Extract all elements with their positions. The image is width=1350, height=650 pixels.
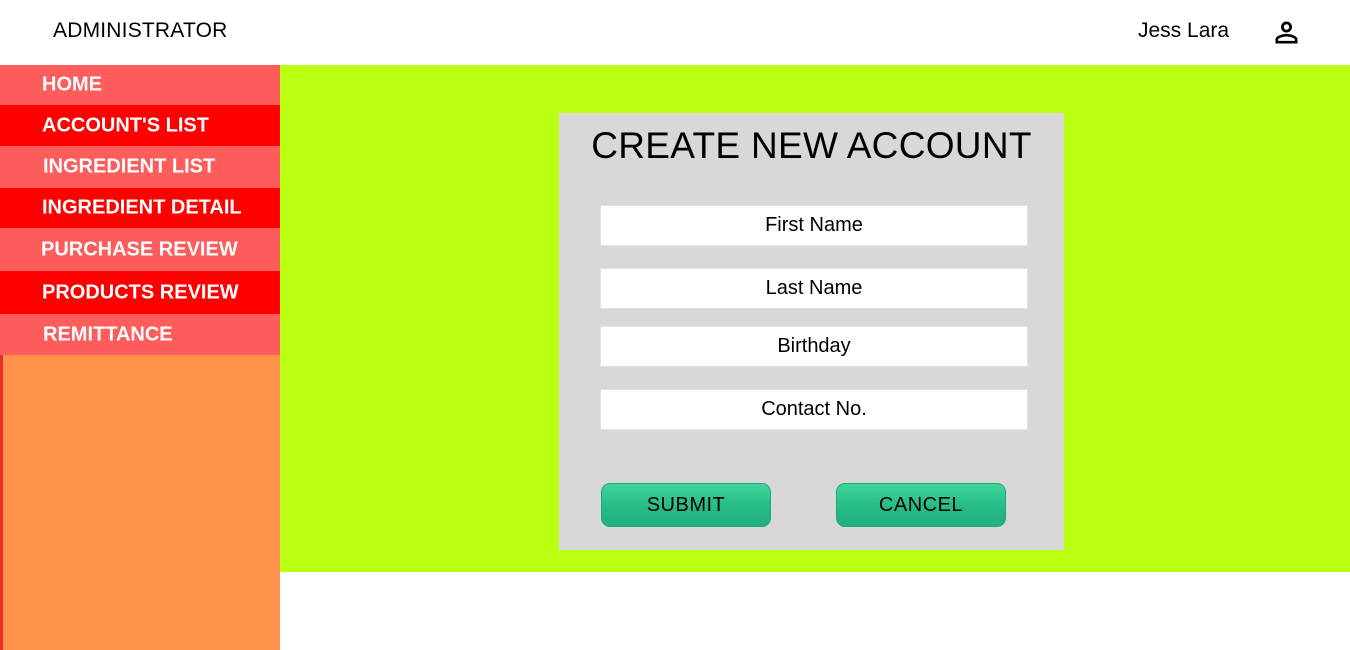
- sidebar-item-home[interactable]: HOME: [0, 65, 280, 105]
- sidebar-item-products-review[interactable]: PRODUCTS REVIEW: [0, 271, 280, 314]
- user-icon[interactable]: [1270, 16, 1303, 49]
- sidebar-item-remittance[interactable]: REMITTANCE: [0, 314, 280, 355]
- first-name-field[interactable]: [600, 205, 1028, 246]
- form-title: CREATE NEW ACCOUNT: [591, 125, 1032, 166]
- last-name-field[interactable]: [600, 268, 1028, 309]
- sidebar-item-label: PRODUCTS REVIEW: [42, 281, 239, 303]
- sidebar-item-accounts-list[interactable]: ACCOUNT'S LIST: [0, 105, 280, 146]
- sidebar-item-purchase-review[interactable]: PURCHASE REVIEW: [0, 228, 280, 271]
- cancel-button[interactable]: CANCEL: [836, 483, 1006, 527]
- sidebar-item-label: INGREDIENT DETAIL: [42, 196, 242, 219]
- birthday-field[interactable]: [600, 326, 1028, 367]
- create-account-form: CREATE NEW ACCOUNT SUBMIT CANCEL: [559, 113, 1064, 550]
- sidebar-item-ingredient-detail[interactable]: INGREDIENT DETAIL: [0, 188, 280, 228]
- contact-no-field[interactable]: [600, 389, 1028, 430]
- sidebar-item-ingredient-list[interactable]: INGREDIENT LIST: [0, 146, 280, 188]
- user-name: Jess Lara: [1138, 19, 1230, 42]
- sidebar-item-label: REMITTANCE: [43, 323, 173, 345]
- sidebar-item-label: HOME: [42, 73, 102, 96]
- sidebar-item-label: PURCHASE REVIEW: [41, 238, 238, 260]
- sidebar-item-label: INGREDIENT LIST: [43, 155, 216, 178]
- top-bar: ADMINISTRATOR Jess Lara: [0, 0, 1350, 65]
- app-title: ADMINISTRATOR: [53, 19, 228, 42]
- submit-button[interactable]: SUBMIT: [601, 483, 771, 527]
- sidebar-item-label: ACCOUNT'S LIST: [42, 114, 209, 136]
